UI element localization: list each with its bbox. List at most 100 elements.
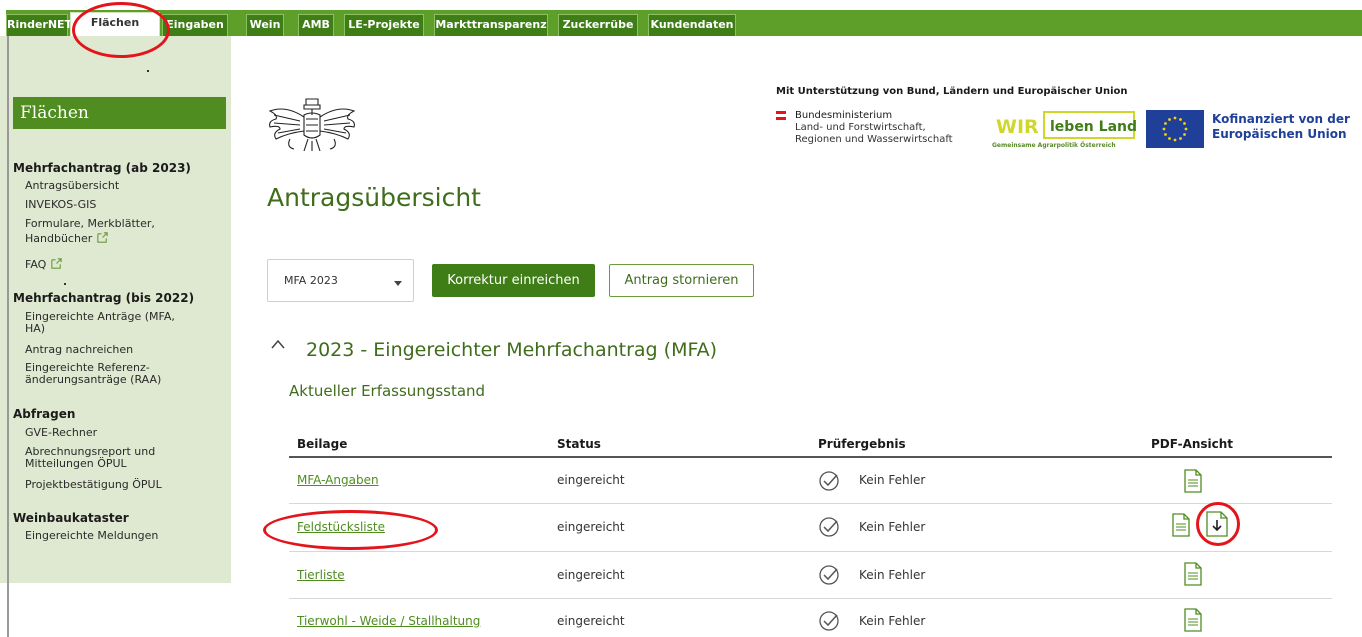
eu-star bbox=[1164, 122, 1167, 125]
sidebar-section-weinbaukataster: Weinbaukataster bbox=[13, 511, 129, 525]
table-row-divider bbox=[289, 503, 1332, 504]
eu-star bbox=[1168, 137, 1171, 140]
pdf-document-icon[interactable] bbox=[1184, 469, 1202, 493]
table-header-status: Status bbox=[557, 437, 601, 451]
beilage-link-tierwohl[interactable]: Tierwohl - Weide / Stallhaltung bbox=[297, 614, 480, 628]
check-circle-icon bbox=[819, 565, 839, 585]
table-header-beilage: Beilage bbox=[297, 437, 348, 451]
external-link-icon bbox=[51, 258, 63, 269]
table-header-pdf-ansicht: PDF-Ansicht bbox=[1151, 437, 1234, 451]
page-title: Antragsübersicht bbox=[267, 183, 481, 212]
eu-star bbox=[1183, 122, 1186, 125]
tab-rindernet[interactable]: RinderNET bbox=[6, 14, 72, 36]
highlight-ring-flaechen-tab bbox=[72, 2, 170, 58]
tab-zuckerruebe[interactable]: Zuckerrübe bbox=[558, 14, 638, 36]
tab-markttransparenz[interactable]: Markttransparenz bbox=[434, 14, 548, 36]
pdf-document-icon[interactable] bbox=[1184, 608, 1202, 632]
eu-star bbox=[1179, 118, 1182, 121]
result-cell: Kein Fehler bbox=[859, 473, 926, 487]
wir-leben-land-logo: WIR leben Land Gemeinsame Agrarpolitik Ö… bbox=[992, 108, 1136, 154]
subsection-title: Aktueller Erfassungsstand bbox=[289, 382, 486, 400]
sidebar-section-abfragen: Abfragen bbox=[13, 407, 76, 421]
check-circle-icon bbox=[819, 517, 839, 537]
sidebar-item-gve-rechner[interactable]: GVE-Rechner bbox=[25, 427, 97, 439]
wir-logo-wir: WIR bbox=[996, 116, 1039, 138]
pdf-document-icon[interactable] bbox=[1184, 562, 1202, 586]
eu-star bbox=[1162, 127, 1166, 131]
eu-star bbox=[1164, 133, 1167, 136]
result-cell: Kein Fehler bbox=[859, 520, 926, 534]
eu-text-line-2: Europäischen Union bbox=[1212, 127, 1347, 141]
tab-kundendaten[interactable]: Kundendaten bbox=[648, 14, 736, 36]
table-row-divider bbox=[289, 598, 1332, 599]
sidebar-section-mfa-ab-2023: Mehrfachantrag (ab 2023) bbox=[13, 161, 191, 175]
eu-star bbox=[1179, 137, 1182, 140]
status-cell: eingereicht bbox=[557, 614, 625, 628]
beilage-link-tierliste[interactable]: Tierliste bbox=[297, 568, 345, 582]
ministry-line-3: Regionen und Wasserwirtschaft bbox=[795, 134, 953, 145]
sidebar-item-faq[interactable]: FAQ bbox=[25, 257, 63, 271]
section-title[interactable]: 2023 - Eingereichter Mehrfachantrag (MFA… bbox=[306, 339, 717, 361]
year-select[interactable]: MFA 2023 bbox=[267, 259, 414, 302]
sidebar-dot bbox=[64, 283, 66, 285]
austria-flag-icon bbox=[776, 111, 786, 120]
ministry-line-1: Bundesministerium bbox=[795, 110, 893, 121]
ministry-line-2: Land- und Forstwirtschaft, bbox=[795, 122, 926, 133]
wir-logo-rest: leben Land bbox=[1050, 119, 1136, 135]
sidebar-item-antrag-nachreichen[interactable]: Antrag nachreichen bbox=[25, 344, 133, 356]
sidebar-item-eingereichte-antraege-cont[interactable]: HA) bbox=[25, 323, 45, 335]
wir-logo-subtitle: Gemeinsame Agrarpolitik Österreich bbox=[992, 142, 1116, 149]
wir-logo-graphic: WIR leben Land bbox=[996, 111, 1136, 139]
status-cell: eingereicht bbox=[557, 520, 625, 534]
sidebar-item-formulare[interactable]: Formulare, Merkblätter, bbox=[25, 218, 155, 230]
sidebar-item-faq-label: FAQ bbox=[25, 258, 47, 271]
status-cell: eingereicht bbox=[557, 568, 625, 582]
result-cell: Kein Fehler bbox=[859, 614, 926, 628]
submit-correction-button[interactable]: Korrektur einreichen bbox=[432, 264, 595, 297]
chevron-down-icon bbox=[394, 281, 402, 286]
eu-star bbox=[1173, 138, 1177, 142]
sidebar-item-projektbestaetigung[interactable]: Projektbestätigung ÖPUL bbox=[25, 479, 162, 491]
sidebar-item-eingereichte-antraege[interactable]: Eingereichte Anträge (MFA, bbox=[25, 311, 175, 323]
sidebar-section-mfa-bis-2022: Mehrfachantrag (bis 2022) bbox=[13, 291, 195, 305]
sidebar-item-antragsuebersicht[interactable]: Antragsübersicht bbox=[25, 180, 119, 192]
year-select-value: MFA 2023 bbox=[284, 274, 338, 287]
cancel-application-button[interactable]: Antrag stornieren bbox=[609, 264, 754, 297]
tab-amb[interactable]: AMB bbox=[298, 14, 334, 36]
eu-cofinanced-text: Kofinanziert von der Europäischen Union bbox=[1212, 112, 1350, 142]
eu-flag-logo bbox=[1146, 110, 1204, 148]
sidebar-item-handbuecher[interactable]: Handbücher bbox=[25, 231, 109, 245]
sidebar-dot bbox=[147, 70, 149, 72]
highlight-ring-download bbox=[1196, 502, 1240, 546]
sidebar-item-invekos-gis[interactable]: INVEKOS-GIS bbox=[25, 199, 96, 211]
check-circle-icon bbox=[819, 471, 839, 491]
highlight-ring-feldstuecksliste bbox=[263, 510, 438, 550]
sidebar-item-handbuecher-label: Handbücher bbox=[25, 232, 93, 245]
support-text: Mit Unterstützung von Bund, Ländern und … bbox=[776, 86, 1128, 97]
sidebar-item-eingereichte-meldungen[interactable]: Eingereichte Meldungen bbox=[25, 530, 158, 542]
tab-le-projekte[interactable]: LE-Projekte bbox=[344, 14, 424, 36]
tab-wein[interactable]: Wein bbox=[246, 14, 284, 36]
eu-star bbox=[1184, 127, 1188, 131]
check-circle-icon bbox=[819, 611, 839, 631]
sidebar-title: Flächen bbox=[13, 97, 226, 129]
eu-star bbox=[1168, 118, 1171, 121]
austrian-eagle-logo bbox=[268, 98, 356, 152]
pdf-document-icon[interactable] bbox=[1172, 513, 1190, 537]
eu-text-line-1: Kofinanziert von der bbox=[1212, 112, 1350, 126]
eu-star bbox=[1173, 116, 1177, 120]
external-link-icon bbox=[97, 232, 108, 243]
sidebar-item-referenzaenderung-cont[interactable]: änderungsanträge (RAA) bbox=[25, 374, 161, 386]
table-header-pruefergebnis: Prüfergebnis bbox=[818, 437, 906, 451]
table-row-divider bbox=[289, 551, 1332, 552]
status-cell: eingereicht bbox=[557, 473, 625, 487]
ministry-logo-text: Bundesministerium Land- und Forstwirtsch… bbox=[795, 110, 953, 146]
table-header-rule bbox=[289, 456, 1332, 458]
eu-star bbox=[1183, 133, 1186, 136]
beilage-link-mfa-angaben[interactable]: MFA-Angaben bbox=[297, 473, 379, 487]
tab-eingaben[interactable]: Eingaben bbox=[162, 14, 228, 36]
chevron-up-icon[interactable] bbox=[270, 338, 286, 350]
sidebar-divider bbox=[7, 36, 9, 637]
result-cell: Kein Fehler bbox=[859, 568, 926, 582]
sidebar-item-abrechnungsreport-cont[interactable]: Mitteilungen ÖPUL bbox=[25, 458, 127, 470]
